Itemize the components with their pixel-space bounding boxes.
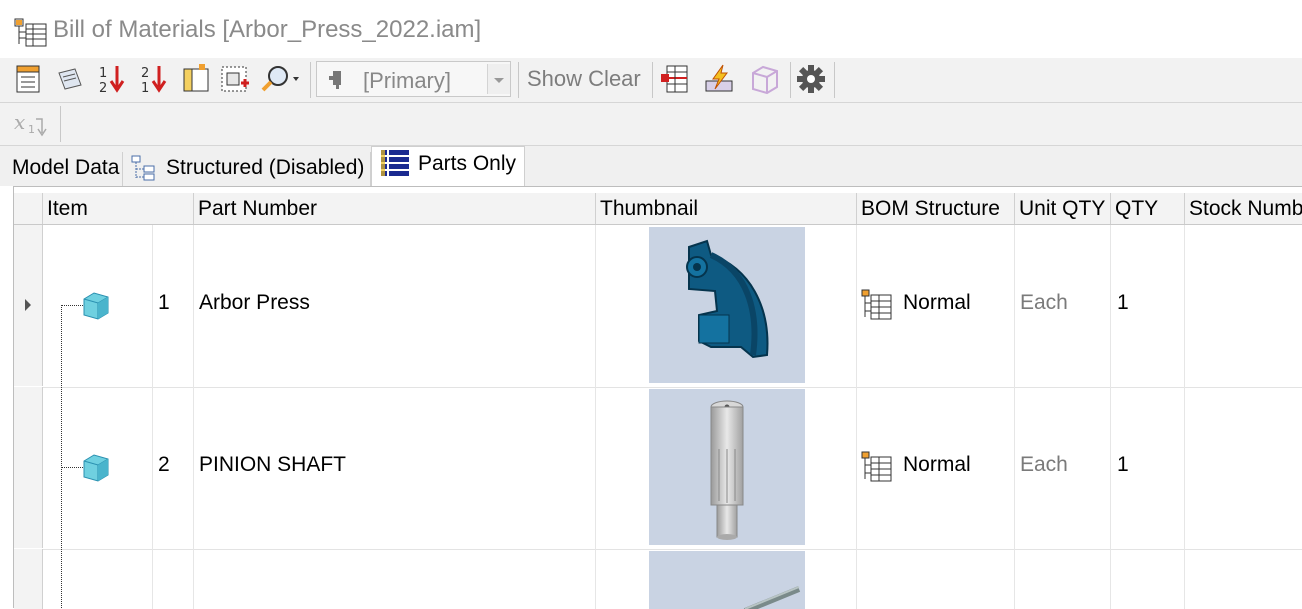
- bom-structure-cell[interactable]: [856, 549, 1014, 609]
- choose-columns-icon[interactable]: [218, 60, 252, 98]
- structured-tree-icon: [130, 154, 160, 188]
- column-header-qty[interactable]: QTY: [1110, 193, 1184, 224]
- svg-text:1: 1: [28, 123, 35, 136]
- row-selector[interactable]: [14, 549, 43, 609]
- table-row[interactable]: 1 Arbor Press Normal Each 1: [14, 225, 1302, 388]
- item-number-cell[interactable]: 1: [152, 225, 193, 387]
- update-mass-icon[interactable]: [702, 60, 736, 98]
- window-title-bar: Bill of Materials [Arbor_Press_2022.iam]: [0, 0, 1302, 58]
- rod-thumbnail: [649, 551, 805, 609]
- item-tree-cell: [42, 549, 152, 609]
- qty-value: 1: [1117, 291, 1129, 314]
- unit-qty-cell[interactable]: Each: [1014, 387, 1110, 549]
- clear-button[interactable]: Clear: [588, 66, 641, 91]
- qty-cell[interactable]: 1: [1110, 225, 1184, 387]
- thumbnail-cell: [595, 549, 856, 609]
- pinion-shaft-thumbnail: [649, 389, 805, 545]
- view-select-icon: [327, 68, 351, 97]
- svg-text:x: x: [14, 110, 25, 134]
- item-tree-cell: [42, 387, 152, 549]
- column-header-part-number[interactable]: Part Number: [193, 193, 595, 224]
- unit-qty-cell[interactable]: [1014, 549, 1110, 609]
- column-header-stock-number[interactable]: Stock Numb: [1184, 193, 1302, 224]
- row-selector[interactable]: [14, 387, 43, 548]
- bom-structure-cell[interactable]: Normal: [856, 225, 1014, 387]
- part-number-cell[interactable]: [193, 549, 595, 609]
- view-select-value: [Primary]: [363, 68, 451, 93]
- part-number: Arbor Press: [199, 291, 310, 314]
- part-number-cell[interactable]: Arbor Press: [193, 225, 595, 387]
- stock-number-cell[interactable]: [1184, 387, 1302, 549]
- bom-table-icon: [14, 18, 48, 48]
- add-custom-column-icon[interactable]: [180, 60, 214, 98]
- svg-text:2: 2: [99, 81, 107, 95]
- part-number-merge-icon[interactable]: [658, 60, 692, 98]
- chevron-down-icon[interactable]: [487, 64, 510, 94]
- item-number: 1: [158, 291, 170, 314]
- row-selector-header: [14, 193, 42, 224]
- tab-label: Model Data: [12, 156, 120, 179]
- grid-header-row: Item Part Number Thumbnail BOM Structure…: [14, 193, 1302, 225]
- bom-edit-icon[interactable]: [52, 60, 86, 98]
- bom-view-select[interactable]: [Primary]: [316, 61, 511, 97]
- add-virtual-component-icon[interactable]: [748, 60, 782, 98]
- settings-gear-icon[interactable]: [794, 60, 828, 98]
- tab-label: Parts Only: [418, 152, 517, 175]
- column-header-bom-structure[interactable]: BOM Structure: [856, 193, 1014, 224]
- tree-vertical-line: [61, 305, 62, 608]
- show-button[interactable]: Show: [527, 66, 582, 91]
- parts-list-icon: [380, 149, 410, 185]
- bom-tabs: Model Data Structured (Disabled) Parts O…: [0, 146, 1302, 187]
- bom-normal-icon: [861, 289, 893, 321]
- stock-number-cell[interactable]: [1184, 549, 1302, 609]
- formula-bar: x1: [0, 103, 1302, 146]
- item-tree-cell: [42, 225, 152, 387]
- unit-qty-cell[interactable]: Each: [1014, 225, 1110, 387]
- tab-model-data[interactable]: Model Data: [4, 152, 123, 186]
- unit-qty-value: Each: [1020, 291, 1068, 314]
- unit-qty-value: Each: [1020, 453, 1068, 476]
- sort-descending-icon[interactable]: 21: [138, 60, 172, 98]
- qty-value: 1: [1117, 453, 1129, 476]
- stock-number-cell[interactable]: [1184, 225, 1302, 387]
- column-header-thumbnail[interactable]: Thumbnail: [595, 193, 856, 224]
- tab-parts-only[interactable]: Parts Only: [371, 146, 525, 187]
- window-title: Bill of Materials [Arbor_Press_2022.iam]: [53, 16, 482, 43]
- arbor-press-thumbnail: [649, 227, 805, 383]
- part-number: PINION SHAFT: [199, 453, 347, 476]
- part-cube-icon: [80, 289, 112, 321]
- bom-toolbar: 12 21 [Primary] Show Clear: [0, 58, 1302, 103]
- item-number: 2: [158, 453, 170, 476]
- bom-structure-value: Normal: [903, 453, 971, 476]
- bom-normal-icon: [861, 451, 893, 483]
- formula-fx-icon[interactable]: x1: [12, 109, 48, 141]
- show-clear-group: Show Clear: [527, 66, 641, 92]
- item-number-cell[interactable]: 2: [152, 387, 193, 549]
- sort-ascending-icon[interactable]: 12: [96, 60, 130, 98]
- bom-grid: Item Part Number Thumbnail BOM Structure…: [13, 186, 1302, 609]
- bom-export-icon[interactable]: [12, 60, 46, 98]
- svg-text:2: 2: [141, 66, 149, 81]
- part-cube-icon: [80, 451, 112, 483]
- part-number-cell[interactable]: PINION SHAFT: [193, 387, 595, 549]
- svg-text:1: 1: [141, 81, 149, 95]
- svg-text:1: 1: [99, 66, 107, 81]
- tab-structured[interactable]: Structured (Disabled): [124, 152, 371, 186]
- column-header-item[interactable]: Item: [42, 193, 193, 224]
- qty-cell[interactable]: [1110, 549, 1184, 609]
- table-row[interactable]: [14, 549, 1302, 609]
- column-header-unit-qty[interactable]: Unit QTY: [1014, 193, 1110, 224]
- row-selector[interactable]: [14, 225, 43, 386]
- tab-label: Structured (Disabled): [166, 156, 365, 179]
- find-icon[interactable]: [258, 60, 302, 98]
- thumbnail-cell: [595, 387, 856, 549]
- thumbnail-cell: [595, 225, 856, 387]
- qty-cell[interactable]: 1: [1110, 387, 1184, 549]
- bom-structure-value: Normal: [903, 291, 971, 314]
- current-row-arrow-icon: [25, 299, 31, 311]
- bom-structure-cell[interactable]: Normal: [856, 387, 1014, 549]
- item-number-cell[interactable]: [152, 549, 193, 609]
- table-row[interactable]: 2 PINION SHAFT Normal Each 1: [14, 387, 1302, 550]
